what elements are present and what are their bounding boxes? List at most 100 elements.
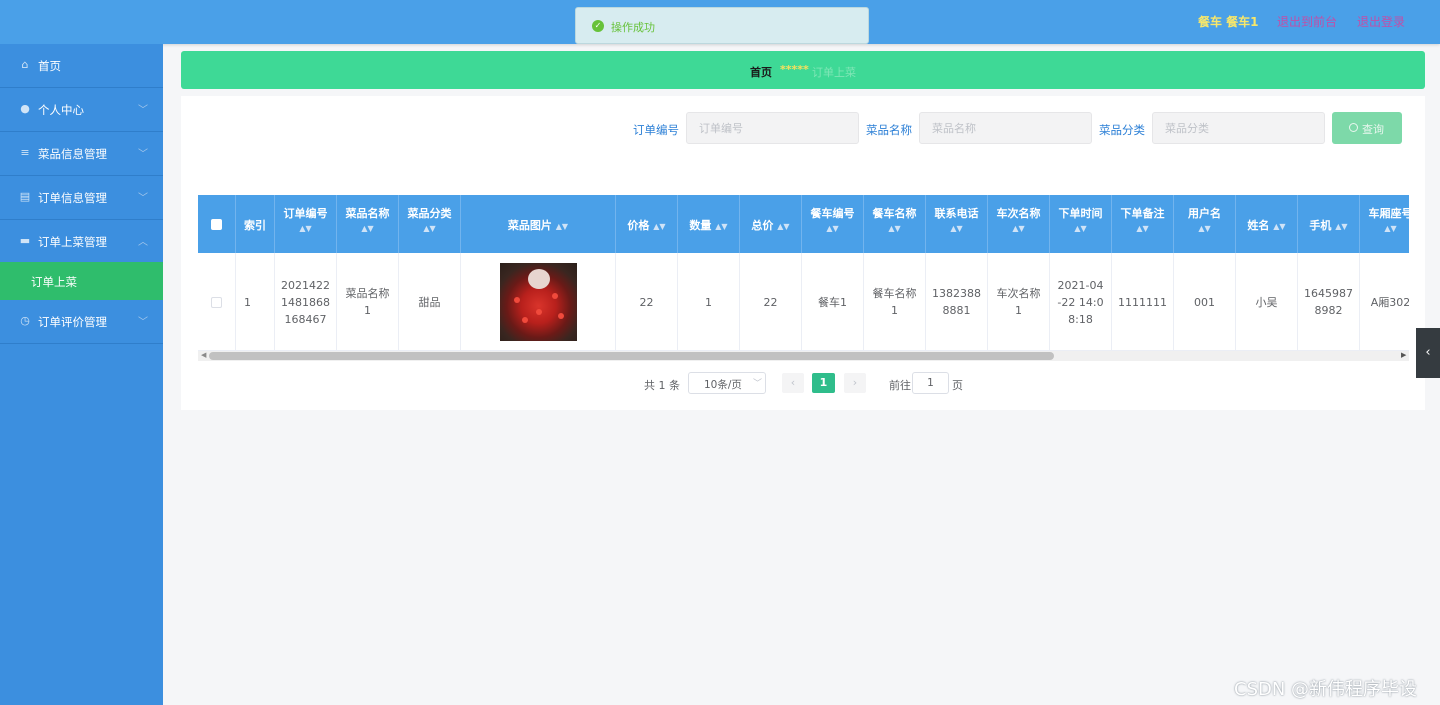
goto-page-input[interactable]: [912, 372, 949, 394]
search-button-label: 查询: [1362, 123, 1384, 136]
chevron-down-icon: ﹀: [138, 193, 148, 204]
cell-quantity: 1: [678, 253, 740, 351]
column-header[interactable]: 菜品图片 ▲▼: [461, 195, 616, 253]
home-icon: ⌂: [21, 58, 29, 71]
search-button[interactable]: 查询: [1332, 112, 1402, 144]
cell-price: 22: [616, 253, 678, 351]
cell-cart-no: 餐车1: [802, 253, 864, 351]
cell-order-note: 1111111: [1112, 253, 1174, 351]
sort-icon[interactable]: ▲▼: [826, 224, 838, 233]
scroll-left-icon[interactable]: ◀: [201, 351, 206, 359]
clock-icon: ◷: [20, 314, 30, 327]
page-size-value: 10条/页: [704, 379, 742, 391]
sort-icon[interactable]: ▲▼: [715, 222, 727, 231]
column-header[interactable]: 车次名称 ▲▼: [988, 195, 1050, 253]
sort-icon[interactable]: ▲▼: [888, 224, 900, 233]
breadcrumb-separator: *****: [780, 63, 809, 76]
sidebar-item-dish-info[interactable]: ≡ 菜品信息管理 ﹀: [0, 132, 163, 176]
sidebar-item-label: 首页: [38, 59, 61, 73]
sidebar-item-personal-center[interactable]: ● 个人中心 ﹀: [0, 88, 163, 132]
order-table: 索引 订单编号 ▲▼ 菜品名称 ▲▼ 菜品分类 ▲▼ 菜品图片 ▲▼ 价格 ▲▼ 数量…: [198, 195, 1409, 363]
pagination-total: 共 1 条: [644, 379, 680, 392]
column-header: 索引: [236, 195, 275, 253]
column-header[interactable]: 数量 ▲▼: [678, 195, 740, 253]
sort-icon[interactable]: ▲▼: [1198, 224, 1210, 233]
column-header[interactable]: 餐车编号 ▲▼: [802, 195, 864, 253]
logout-link[interactable]: 退出登录: [1357, 13, 1405, 30]
column-header[interactable]: 菜品分类 ▲▼: [399, 195, 461, 253]
order-no-input[interactable]: [686, 112, 859, 144]
breadcrumb-home[interactable]: 首页: [750, 64, 772, 80]
goto-label: 前往: [889, 379, 911, 392]
list-icon: ≡: [20, 146, 30, 159]
sort-icon[interactable]: ▲▼: [1273, 222, 1285, 231]
table-header: 索引 订单编号 ▲▼ 菜品名称 ▲▼ 菜品分类 ▲▼ 菜品图片 ▲▼ 价格 ▲▼ 数量…: [198, 195, 1409, 253]
dish-name-input[interactable]: [919, 112, 1092, 144]
sort-icon[interactable]: ▲▼: [1012, 224, 1024, 233]
cell-train-name: 车次名称 1: [988, 253, 1050, 351]
clipboard-icon: ▤: [19, 190, 31, 203]
page-size-select[interactable]: 10条/页 ﹀: [688, 372, 766, 394]
sort-icon[interactable]: ▲▼: [1335, 222, 1347, 231]
sidebar-item-label: 订单信息管理: [38, 191, 107, 205]
sidebar-item-home[interactable]: ⌂ 首页: [0, 44, 163, 88]
sort-icon[interactable]: ▲▼: [777, 222, 789, 231]
sort-icon[interactable]: ▲▼: [556, 222, 568, 231]
cell-name: 小吴: [1236, 253, 1298, 351]
chevron-down-icon: ﹀: [753, 379, 763, 389]
scroll-right-icon[interactable]: ▶: [1401, 351, 1406, 359]
dish-name-label: 菜品名称: [866, 123, 912, 137]
header-select-all[interactable]: [198, 195, 236, 253]
row-checkbox[interactable]: [211, 296, 222, 308]
cell-mobile: 1645987 8982: [1298, 253, 1360, 351]
chevron-up-icon: ︿: [138, 237, 148, 248]
column-header[interactable]: 车厢座号 ▲▼: [1360, 195, 1410, 253]
column-header[interactable]: 餐车名称 ▲▼: [864, 195, 926, 253]
next-page-button[interactable]: ›: [844, 373, 866, 393]
sidebar-item-order-serving[interactable]: ▬ 订单上菜管理 ︿: [0, 220, 163, 264]
submenu-item-order-serving[interactable]: 订单上菜: [0, 262, 163, 300]
column-header[interactable]: 总价 ▲▼: [740, 195, 802, 253]
breadcrumb-current: 订单上菜: [812, 66, 856, 79]
user-label: 餐车 餐车1: [1198, 15, 1259, 29]
dish-image: [499, 263, 577, 341]
column-header[interactable]: 用户名 ▲▼: [1174, 195, 1236, 253]
table-row: 1 2021422 1481868 168467 菜品名称 1 甜品 22 1 …: [198, 253, 1409, 351]
cell-phone: 1382388 8881: [926, 253, 988, 351]
sort-icon[interactable]: ▲▼: [1074, 224, 1086, 233]
sort-icon[interactable]: ▲▼: [299, 224, 311, 233]
column-header[interactable]: 订单编号 ▲▼: [275, 195, 337, 253]
column-header[interactable]: 手机 ▲▼: [1298, 195, 1360, 253]
sort-icon[interactable]: ▲▼: [423, 224, 435, 233]
sort-icon[interactable]: ▲▼: [950, 224, 962, 233]
sidebar-item-order-info[interactable]: ▤ 订单信息管理 ﹀: [0, 176, 163, 220]
breadcrumb: 首页 ***** 订单上菜: [181, 51, 1425, 89]
column-header[interactable]: 姓名 ▲▼: [1236, 195, 1298, 253]
prev-page-button[interactable]: ‹: [782, 373, 804, 393]
dish-category-input[interactable]: [1152, 112, 1325, 144]
sidebar-item-label: 个人中心: [38, 103, 84, 117]
column-header[interactable]: 价格 ▲▼: [616, 195, 678, 253]
sidebar-item-order-review[interactable]: ◷ 订单评价管理 ﹀: [0, 300, 163, 344]
user-icon: ●: [20, 102, 30, 115]
column-header[interactable]: 菜品名称 ▲▼: [337, 195, 399, 253]
page-number-current[interactable]: 1: [812, 373, 835, 393]
sort-icon[interactable]: ▲▼: [361, 224, 373, 233]
sort-icon[interactable]: ▲▼: [1384, 224, 1396, 233]
sort-icon[interactable]: ▲▼: [653, 222, 665, 231]
cell-dish-name: 菜品名称 1: [337, 253, 399, 351]
column-header[interactable]: 下单备注 ▲▼: [1112, 195, 1174, 253]
page-suffix: 页: [952, 379, 963, 392]
select-all-checkbox[interactable]: [211, 219, 222, 230]
column-header[interactable]: 下单时间 ▲▼: [1050, 195, 1112, 253]
sort-icon[interactable]: ▲▼: [1136, 224, 1148, 233]
column-header[interactable]: 联系电话 ▲▼: [926, 195, 988, 253]
cell-index: 1: [236, 253, 275, 351]
scrollbar-thumb[interactable]: [209, 352, 1054, 360]
cell-total: 22: [740, 253, 802, 351]
sidebar-item-label: 菜品信息管理: [38, 147, 107, 161]
collapse-panel-button[interactable]: ‹: [1416, 328, 1440, 378]
exit-to-front-link[interactable]: 退出到前台: [1277, 13, 1337, 30]
cell-seat: A厢302: [1360, 253, 1409, 351]
horizontal-scrollbar[interactable]: ◀ ▶: [198, 351, 1409, 361]
